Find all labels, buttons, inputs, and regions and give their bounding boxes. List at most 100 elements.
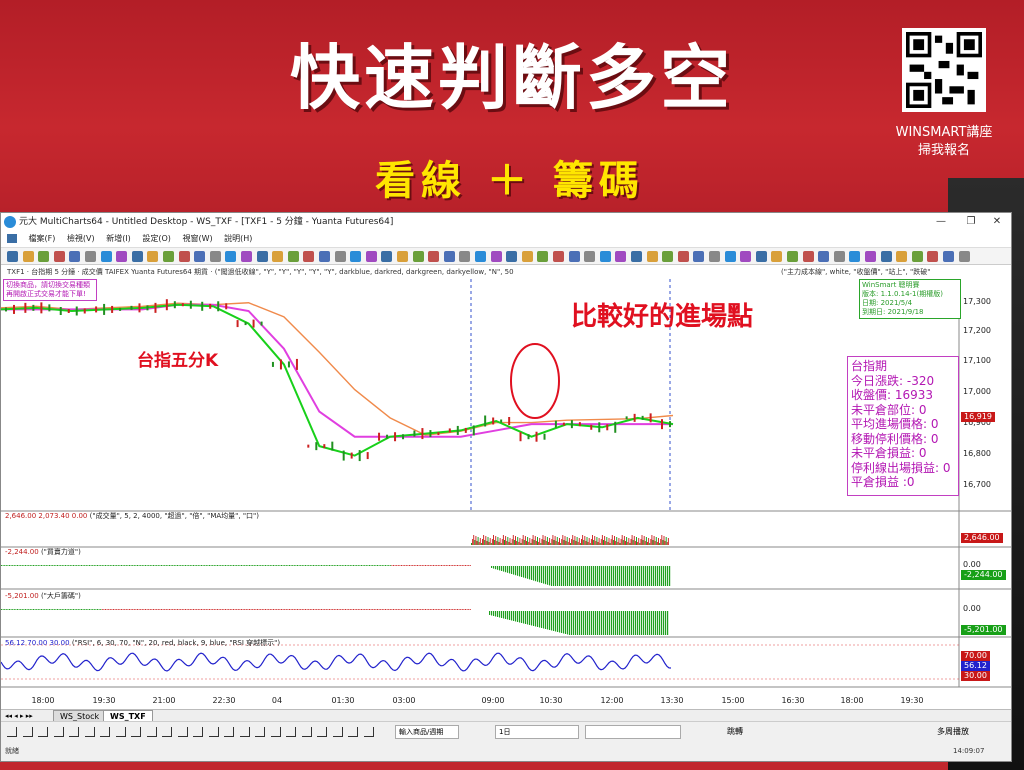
- replay-label[interactable]: 多周播放: [937, 722, 969, 742]
- toolbar-tool-icon[interactable]: [818, 251, 830, 262]
- toolbar-tool-icon[interactable]: [755, 251, 767, 262]
- menu-window[interactable]: 視窗(W): [182, 231, 212, 247]
- toolbar-tool-icon[interactable]: [131, 251, 143, 262]
- toolbar-tool-icon[interactable]: [709, 251, 720, 262]
- toolbar-tool-icon[interactable]: [459, 251, 471, 262]
- toolbar-tool-icon[interactable]: [178, 251, 190, 262]
- drawing-tool-icon[interactable]: [131, 727, 141, 737]
- qr-code[interactable]: [902, 28, 986, 112]
- drawing-tool-icon[interactable]: [348, 727, 358, 737]
- toolbar-tool-icon[interactable]: [693, 251, 705, 262]
- toolbar-tool-icon[interactable]: [350, 251, 362, 262]
- toolbar-tool-icon[interactable]: [475, 251, 486, 262]
- toolbar-tool-icon[interactable]: [958, 251, 970, 262]
- drawing-tool-icon[interactable]: [53, 727, 64, 737]
- toolbar-tool-icon[interactable]: [412, 251, 424, 262]
- drawing-tool-icon[interactable]: [208, 727, 219, 737]
- toolbar-tool-icon[interactable]: [365, 251, 377, 262]
- toolbar-tool-icon[interactable]: [397, 251, 408, 262]
- toolbar-tool-icon[interactable]: [880, 251, 892, 262]
- toolbar-tool-icon[interactable]: [69, 251, 81, 262]
- toolbar-tool-icon[interactable]: [615, 251, 627, 262]
- toolbar-tool-icon[interactable]: [802, 251, 814, 262]
- toolbar-tool-icon[interactable]: [163, 251, 174, 262]
- toolbar-tool-icon[interactable]: [943, 251, 954, 262]
- toolbar-tool-icon[interactable]: [147, 251, 159, 262]
- toolbar-tool-icon[interactable]: [537, 251, 549, 262]
- drawing-tool-icon[interactable]: [224, 727, 234, 737]
- toolbar-tool-icon[interactable]: [225, 251, 237, 262]
- close-button[interactable]: ✕: [983, 213, 1011, 231]
- toolbar-tool-icon[interactable]: [490, 251, 502, 262]
- toolbar-tool-icon[interactable]: [646, 251, 658, 262]
- toolbar-tool-icon[interactable]: [53, 251, 65, 262]
- toolbar-tool-icon[interactable]: [521, 251, 533, 262]
- drawing-tool-icon[interactable]: [177, 727, 188, 737]
- jump-label[interactable]: 跳轉: [727, 722, 743, 742]
- toolbar-tool-icon[interactable]: [443, 251, 455, 262]
- app-menu-icon[interactable]: [7, 234, 17, 243]
- toolbar-tool-icon[interactable]: [38, 251, 50, 262]
- toolbar-tool-icon[interactable]: [662, 251, 674, 262]
- drawing-tool-icon[interactable]: [146, 727, 157, 737]
- toolbar-tool-icon[interactable]: [194, 251, 206, 262]
- drawing-tool-icon[interactable]: [22, 727, 33, 737]
- toolbar-tool-icon[interactable]: [599, 251, 611, 262]
- toolbar-tool-icon[interactable]: [256, 251, 268, 262]
- toolbar-tool-icon[interactable]: [677, 251, 689, 262]
- toolbar-tool-icon[interactable]: [209, 251, 221, 262]
- toolbar-tool-icon[interactable]: [428, 251, 440, 262]
- drawing-tool-icon[interactable]: [332, 727, 343, 737]
- symbol-combo[interactable]: 輸入商品/週期: [395, 725, 459, 739]
- drawing-tool-icon[interactable]: [115, 727, 126, 737]
- toolbar-tool-icon[interactable]: [833, 251, 845, 262]
- drawing-tool-icon[interactable]: [255, 727, 265, 737]
- menu-file[interactable]: 檔案(F): [29, 231, 56, 247]
- toolbar-tool-icon[interactable]: [896, 251, 908, 262]
- drawing-tool-icon[interactable]: [162, 727, 172, 737]
- toolbar-tool-icon[interactable]: [787, 251, 798, 262]
- toolbar-tool-icon[interactable]: [241, 251, 252, 262]
- interval-combo[interactable]: 1日: [495, 725, 579, 739]
- menu-view[interactable]: 檢視(V): [67, 231, 95, 247]
- drawing-tool-icon[interactable]: [301, 727, 312, 737]
- toolbar-tool-icon[interactable]: [381, 251, 393, 262]
- toolbar-tool-icon[interactable]: [303, 251, 315, 262]
- menu-help[interactable]: 說明(H): [224, 231, 252, 247]
- toolbar-tool-icon[interactable]: [927, 251, 939, 262]
- drawing-tool-icon[interactable]: [7, 727, 17, 737]
- toolbar-tool-icon[interactable]: [584, 251, 596, 262]
- toolbar-tool-icon[interactable]: [506, 251, 518, 262]
- drawing-tool-icon[interactable]: [270, 727, 281, 737]
- toolbar-tool-icon[interactable]: [740, 251, 752, 262]
- drawing-tool-icon[interactable]: [239, 727, 250, 737]
- toolbar-tool-icon[interactable]: [568, 251, 580, 262]
- toolbar-tool-icon[interactable]: [849, 251, 861, 262]
- maximize-button[interactable]: ❐: [957, 213, 985, 231]
- toolbar-tool-icon[interactable]: [724, 251, 736, 262]
- minimize-button[interactable]: —: [927, 213, 955, 231]
- toolbar-tool-icon[interactable]: [319, 251, 330, 262]
- toolbar-tool-icon[interactable]: [287, 251, 299, 262]
- toolbar-tool-icon[interactable]: [100, 251, 112, 262]
- menu-settings[interactable]: 設定(O): [142, 231, 171, 247]
- toolbar-tool-icon[interactable]: [911, 251, 923, 262]
- toolbar-tool-icon[interactable]: [334, 251, 346, 262]
- toolbar-tool-icon[interactable]: [553, 251, 564, 262]
- toolbar-tool-icon[interactable]: [865, 251, 876, 262]
- toolbar-tool-icon[interactable]: [771, 251, 783, 262]
- drawing-tool-icon[interactable]: [100, 727, 110, 737]
- drawing-tool-icon[interactable]: [363, 727, 374, 737]
- toolbar-tool-icon[interactable]: [22, 251, 34, 262]
- drawing-tool-icon[interactable]: [317, 727, 327, 737]
- menu-insert[interactable]: 新增(I): [106, 231, 131, 247]
- toolbar-tool-icon[interactable]: [631, 251, 642, 262]
- drawing-tool-icon[interactable]: [38, 727, 48, 737]
- drawing-tool-icon[interactable]: [193, 727, 203, 737]
- drawing-tool-icon[interactable]: [286, 727, 296, 737]
- toolbar-tool-icon[interactable]: [7, 251, 18, 262]
- toolbar-tool-icon[interactable]: [85, 251, 96, 262]
- drawing-tool-icon[interactable]: [84, 727, 95, 737]
- toolbar-tool-icon[interactable]: [116, 251, 128, 262]
- toolbar-tool-icon[interactable]: [272, 251, 284, 262]
